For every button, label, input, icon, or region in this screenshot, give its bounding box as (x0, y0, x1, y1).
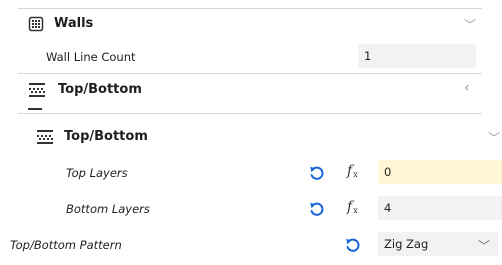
top-bottom-collapsed-title: Top/Bottom (58, 82, 142, 97)
reset-icon[interactable] (308, 200, 326, 218)
decorative-dash (28, 108, 42, 110)
chevron-down-icon: ﹀ (478, 239, 491, 253)
chevron-down-icon[interactable]: ﹀ (464, 16, 476, 33)
wall-line-count-label: Wall Line Count (46, 50, 136, 64)
top-bottom-expanded-header[interactable]: Top/Bottom ﹀ (18, 124, 502, 150)
walls-grid-icon (28, 16, 44, 32)
top-divider (18, 8, 482, 9)
pattern-selected-value: Zig Zag (384, 237, 429, 251)
walls-title: Walls (54, 16, 94, 31)
top-bottom-collapsed-header[interactable]: Top/Bottom ‹ (18, 78, 488, 102)
top-bottom-pattern-select[interactable]: Zig Zag ﹀ (378, 232, 498, 256)
top-bottom-expanded-title: Top/Bottom (64, 129, 148, 144)
walls-divider (18, 73, 482, 74)
collapsed-divider (18, 113, 482, 114)
chevron-down-icon[interactable]: ﹀ (488, 129, 500, 146)
top-layers-label: Top Layers (66, 166, 128, 180)
reset-icon[interactable] (308, 164, 326, 182)
bottom-layers-field[interactable]: 4 (378, 196, 502, 220)
top-bottom-icon (36, 129, 54, 145)
walls-section-header[interactable]: Walls ﹀ (18, 12, 488, 36)
chevron-left-icon[interactable]: ‹ (464, 80, 470, 96)
top-bottom-pattern-row: Top/Bottom Pattern Zig Zag ﹀ (0, 232, 502, 258)
fx-function-icon[interactable]: fx (347, 199, 358, 215)
bottom-layers-label: Bottom Layers (66, 202, 150, 216)
bottom-layers-row: Bottom Layers fx 4 (18, 196, 502, 222)
reset-icon[interactable] (344, 236, 362, 254)
top-layers-row: Top Layers fx 0 (18, 160, 502, 186)
fx-function-icon[interactable]: fx (347, 163, 358, 179)
wall-line-count-field[interactable]: 1 (358, 44, 476, 68)
top-layers-field[interactable]: 0 (378, 160, 502, 184)
top-bottom-icon (28, 82, 46, 98)
wall-line-count-row: Wall Line Count 1 (18, 44, 488, 70)
top-bottom-pattern-label: Top/Bottom Pattern (10, 238, 122, 252)
